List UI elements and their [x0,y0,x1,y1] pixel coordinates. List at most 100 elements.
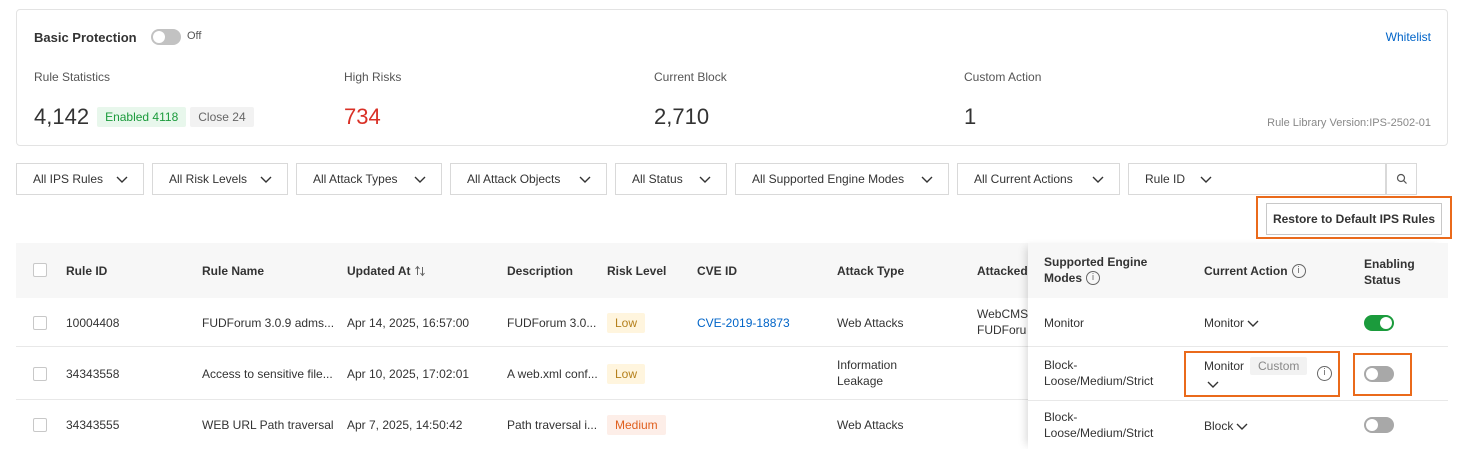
rule-statistics-value: 4,142 [34,104,90,129]
current-action-value: Monitor [1204,315,1245,330]
col-attack-type: Attack Type [837,263,905,278]
high-risks-label: High Risks [344,70,402,84]
custom-action-label: Custom Action [964,70,1042,84]
col-enabling-status-line2: Status [1364,273,1401,287]
updated-at-cell: Apr 7, 2025, 14:50:42 [347,417,463,432]
col-engine-modes-line2-wrap: Modes i [1044,270,1147,286]
filter-rule-id[interactable]: Rule ID [1128,163,1228,195]
rule-name-cell: Access to sensitive file... [202,366,333,381]
current-block-label: Current Block [654,70,727,84]
fixed-columns-header: Supported Engine Modes i Current Action … [1028,243,1448,298]
filter-ips-rules[interactable]: All IPS Rules [16,163,144,195]
rule-library-version: Rule Library Version:IPS-2502-01 [1267,117,1431,129]
col-rule-id: Rule ID [66,263,108,278]
col-engine-modes: Supported Engine Modes i [1044,254,1147,286]
enabled-count-tag: Enabled 4118 [97,107,187,127]
toggle-knob [1380,317,1392,329]
current-action-dropdown[interactable]: Block [1204,401,1249,449]
select-all-checkbox[interactable] [33,263,47,277]
col-engine-modes-line2: Modes [1044,271,1083,285]
risk-badge: Low [607,363,646,384]
custom-action-value: 1 [964,104,977,129]
col-attacked: Attacked [977,263,1028,278]
filter-attack-objects[interactable]: All Attack Objects [450,163,607,195]
col-rule-name: Rule Name [202,263,265,278]
basic-protection-card: Basic Protection Off Whitelist Rule Stat… [16,9,1448,146]
updated-at-cell: Apr 14, 2025, 16:57:00 [347,315,470,330]
rule-statistics-value-wrap: 4,142 Enabled 4118 Close 24 [34,104,254,130]
filter-attack-types[interactable]: All Attack Types [296,163,442,195]
search-icon [1396,173,1407,184]
attack-type-cell-line2: Leakage [837,374,884,388]
filter-risk-levels-label: All Risk Levels [169,172,248,186]
filter-status[interactable]: All Status [615,163,727,195]
toggle-knob [1366,419,1378,431]
chevron-down-icon [699,176,711,183]
risk-badge: Low [607,312,646,333]
row-checkbox[interactable] [33,316,47,330]
filter-engine-modes-label: All Supported Engine Modes [752,172,905,186]
action-highlight-box [1184,351,1340,397]
chevron-down-icon [1200,176,1212,183]
current-block-value: 2,710 [654,104,710,129]
toggle-state-label: Off [187,30,202,42]
chevron-down-icon [116,176,128,183]
col-description: Description [507,263,574,278]
col-current-action-label: Current Action [1204,263,1288,278]
col-cve-id: CVE ID [697,263,738,278]
attacked-cell-line1: WebCMS [977,307,1029,321]
filter-engine-modes[interactable]: All Supported Engine Modes [735,163,949,195]
row-checkbox[interactable] [33,367,47,381]
col-risk-level: Risk Level [607,263,667,278]
search-button[interactable] [1386,163,1417,195]
search-input[interactable] [1227,163,1386,195]
filter-attack-types-label: All Attack Types [313,172,398,186]
chevron-down-icon [1247,320,1259,327]
filter-status-label: All Status [632,172,683,186]
custom-action-stat: Custom Action 1 [964,70,1041,130]
row-checkbox[interactable] [33,418,47,432]
current-action-value: Block [1204,418,1234,433]
cve-link[interactable]: CVE-2019-18873 [697,298,790,347]
rule-statistics: Rule Statistics 4,142 Enabled 4118 Close… [34,70,254,130]
col-updated-at[interactable]: Updated At [347,243,426,298]
enabling-toggle[interactable] [1364,315,1394,331]
risk-cell: Medium [607,400,666,449]
whitelist-link[interactable]: Whitelist [1386,30,1431,44]
col-enabling-status-line1: Enabling [1364,257,1415,271]
info-icon[interactable]: i [1291,263,1306,278]
chevron-down-icon [260,176,272,183]
enabling-toggle[interactable] [1364,417,1394,433]
closed-count-tag: Close 24 [190,107,254,127]
card-title: Basic Protection [34,30,137,45]
restore-highlight-box: Restore to Default IPS Rules [1256,196,1452,239]
chevron-down-icon [1236,423,1248,430]
col-enabling-status: Enabling Status [1364,256,1415,288]
toggle-highlight-box [1353,353,1412,396]
attacked-cell-line2: FUDForu [977,323,1027,337]
rule-statistics-label: Rule Statistics [34,70,111,84]
filter-ips-rules-label: All IPS Rules [33,172,104,186]
description-cell: A web.xml conf... [507,366,598,381]
row-divider [1028,346,1448,347]
chevron-down-icon [414,176,426,183]
rule-id-cell: 10004408 [66,315,120,330]
restore-default-button[interactable]: Restore to Default IPS Rules [1266,203,1442,235]
risk-badge: Medium [607,414,666,435]
risk-cell: Low [607,298,646,347]
rule-name-cell: FUDForum 3.0.9 adms... [202,315,335,330]
current-action-dropdown[interactable]: Monitor [1204,298,1260,347]
updated-at-cell: Apr 10, 2025, 17:02:01 [347,366,470,381]
sort-icon [414,265,425,276]
info-icon[interactable]: i [1086,271,1101,285]
col-current-action: Current Action i [1204,243,1306,298]
filter-rule-id-label: Rule ID [1145,172,1186,186]
attack-type-cell: Web Attacks [837,417,904,432]
filter-current-actions[interactable]: All Current Actions [957,163,1120,195]
description-cell: Path traversal i... [507,417,598,432]
chevron-down-icon [579,176,591,183]
filter-risk-levels[interactable]: All Risk Levels [152,163,288,195]
basic-protection-toggle[interactable] [151,29,181,45]
fixed-columns-panel: Supported Engine Modes i Current Action … [1028,243,1448,449]
risk-cell: Low [607,347,646,400]
